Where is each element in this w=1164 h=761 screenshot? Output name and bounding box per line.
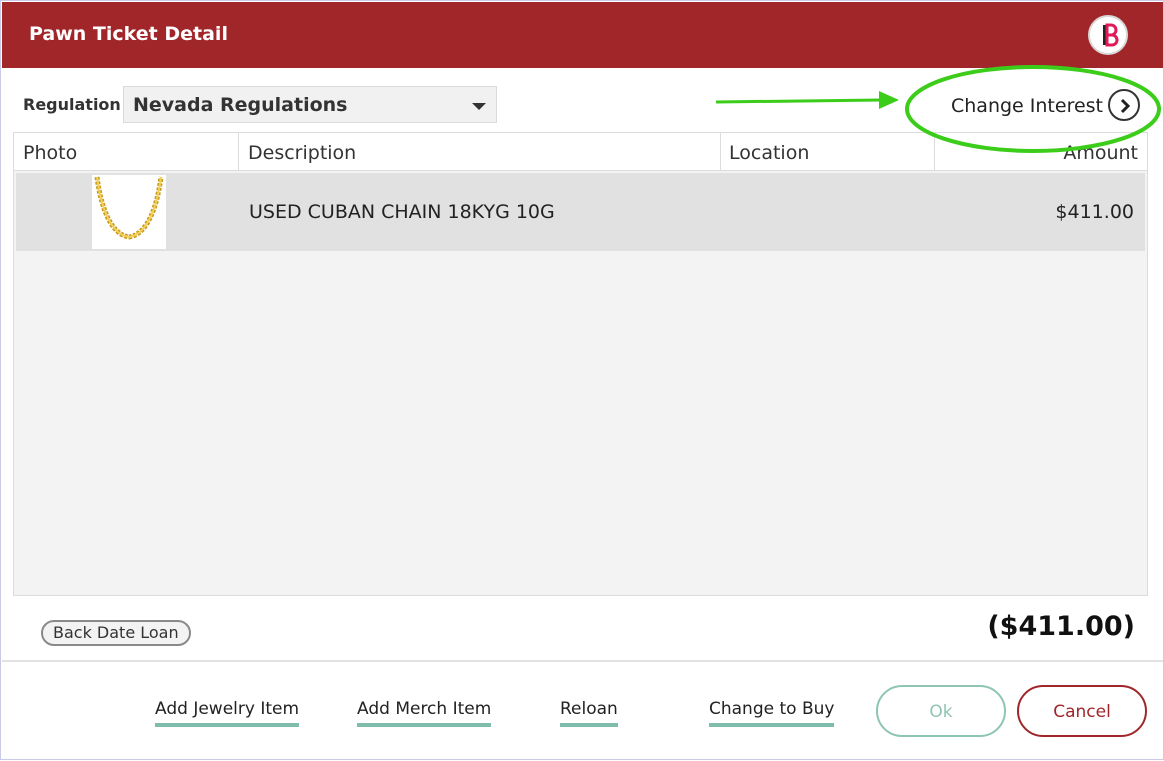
change-interest-button[interactable]: Change Interest	[951, 89, 1140, 123]
cancel-button[interactable]: Cancel	[1017, 685, 1147, 737]
change-interest-label: Change Interest	[951, 95, 1103, 117]
regulation-dropdown[interactable]: Nevada Regulations	[123, 86, 497, 123]
caret-down-icon	[472, 103, 486, 110]
table-row[interactable]: USED CUBAN CHAIN 18KYG 10G $411.00	[16, 173, 1145, 251]
window-frame: Pawn Ticket Detail Regulation Nevada Reg…	[0, 0, 1164, 760]
title-bar: Pawn Ticket Detail	[2, 2, 1163, 68]
column-location[interactable]: Location	[721, 133, 935, 170]
annotation-arrowhead	[879, 91, 899, 109]
ok-button[interactable]: Ok	[876, 685, 1006, 737]
footer-divider	[2, 660, 1163, 662]
regulation-label: Regulation	[23, 95, 121, 114]
column-amount[interactable]: Amount	[935, 133, 1147, 170]
items-table: Photo Description Location Amount USED C…	[13, 132, 1148, 596]
item-amount: $411.00	[1055, 201, 1134, 223]
annotation-arrow	[715, 98, 882, 104]
item-photo	[92, 175, 166, 249]
window-title: Pawn Ticket Detail	[29, 23, 228, 45]
column-photo[interactable]: Photo	[14, 133, 239, 170]
add-jewelry-item-link[interactable]: Add Jewelry Item	[155, 699, 300, 727]
change-to-buy-link[interactable]: Change to Buy	[709, 699, 835, 727]
brand-logo	[1088, 15, 1128, 55]
regulation-selected: Nevada Regulations	[133, 94, 348, 116]
ticket-total: ($411.00)	[987, 611, 1135, 642]
item-description: USED CUBAN CHAIN 18KYG 10G	[249, 201, 555, 223]
add-merch-item-link[interactable]: Add Merch Item	[357, 699, 492, 727]
chevron-right-icon[interactable]	[1108, 89, 1140, 121]
reloan-link[interactable]: Reloan	[560, 699, 618, 727]
table-header: Photo Description Location Amount	[14, 133, 1147, 171]
back-date-loan-button[interactable]: Back Date Loan	[41, 620, 191, 646]
column-description[interactable]: Description	[239, 133, 721, 170]
